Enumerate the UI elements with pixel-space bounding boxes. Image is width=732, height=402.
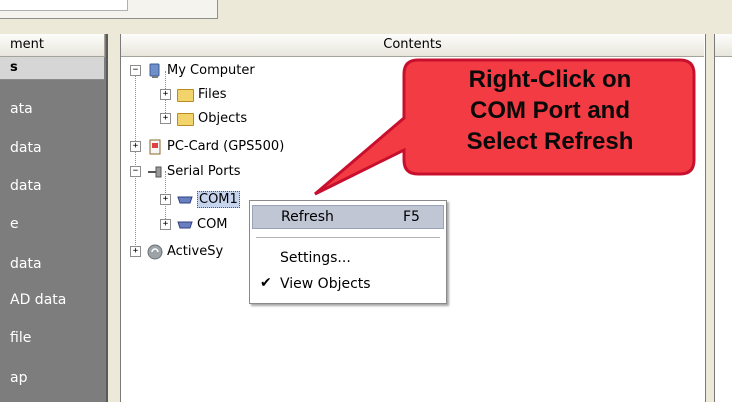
callout-line-1: Right-Click on <box>468 66 632 93</box>
callout-line-2: COM Port and <box>470 97 630 124</box>
callout-text: Right-Click on COM Port and Select Refre… <box>414 64 686 174</box>
callout-line-3: Select Refresh <box>466 128 634 155</box>
callout-shape <box>314 58 696 196</box>
